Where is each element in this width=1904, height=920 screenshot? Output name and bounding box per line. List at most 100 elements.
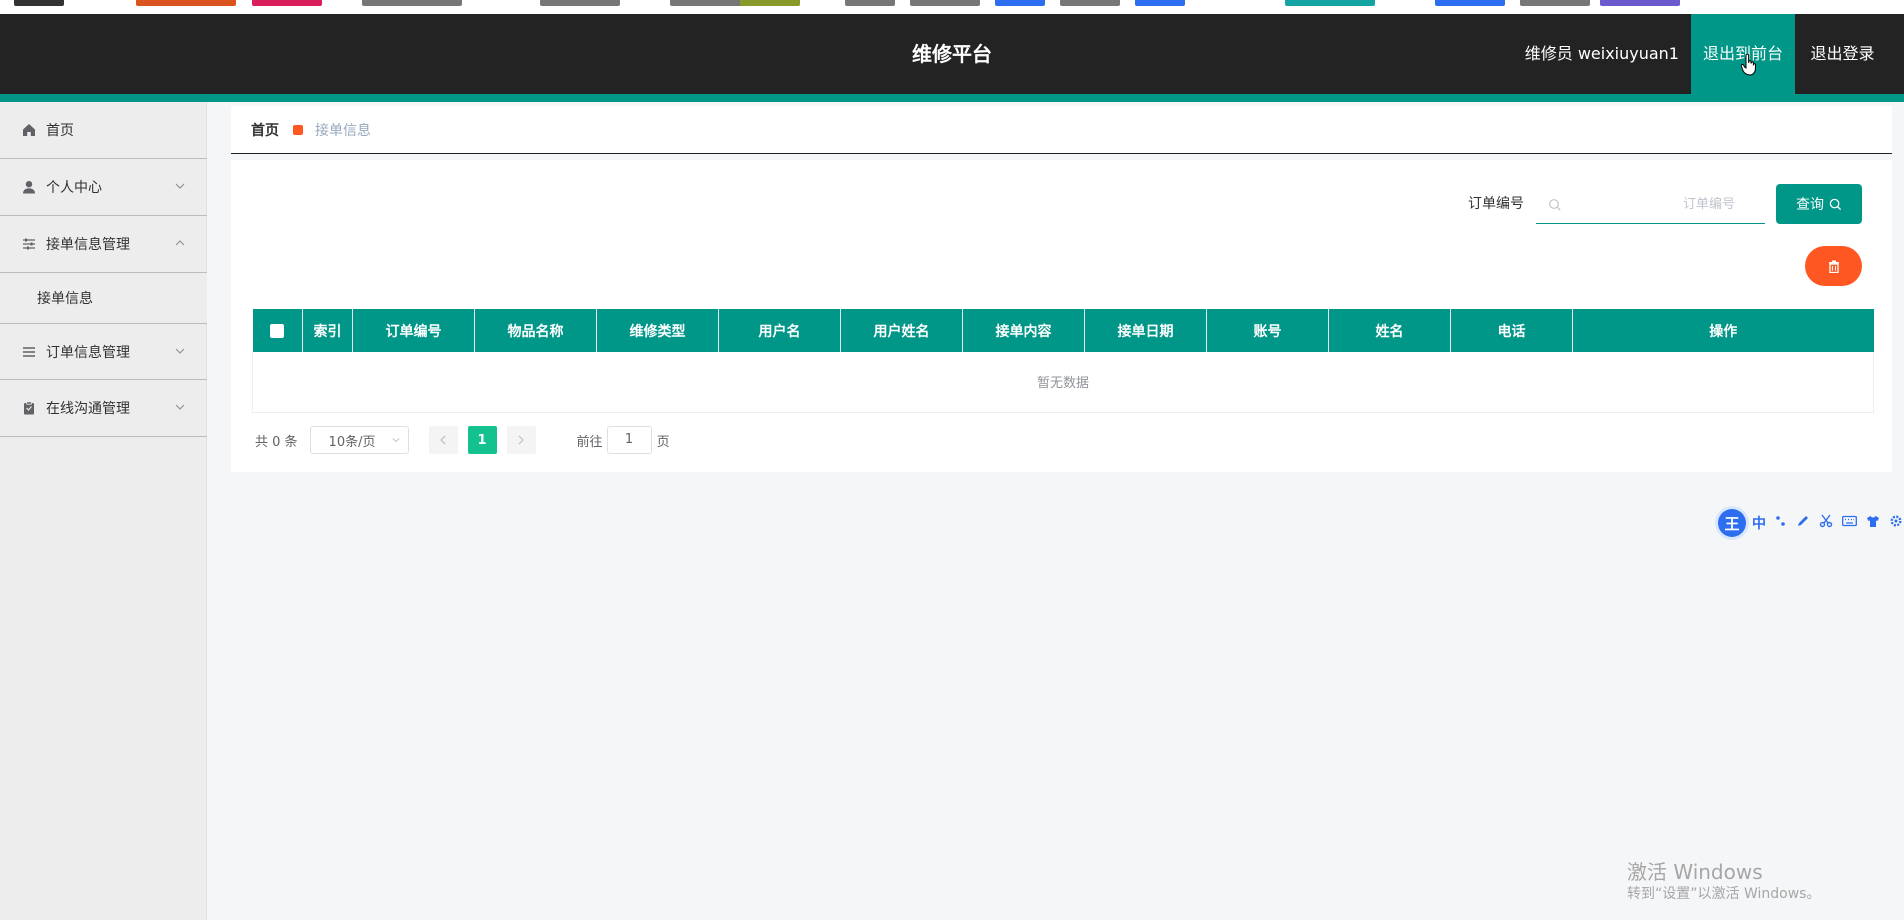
- breadcrumb: 首页 接单信息: [231, 106, 1892, 154]
- column-header: 操作: [1572, 309, 1874, 352]
- table-header-row: 索引 订单编号 物品名称 维修类型 用户名 用户姓名 接单内容 接单日期 账号 …: [252, 309, 1874, 352]
- skin-shirt-icon[interactable]: [1866, 515, 1880, 532]
- select-all-column: [252, 309, 303, 352]
- empty-state-text: 暂无数据: [252, 352, 1874, 413]
- column-header: 维修类型: [596, 309, 719, 352]
- search-icon: [1829, 198, 1842, 210]
- column-header: 订单编号: [352, 309, 475, 352]
- page-size-value: 10条/页: [328, 434, 376, 450]
- column-header: 姓名: [1328, 309, 1451, 352]
- chevron-down-icon: [175, 404, 185, 410]
- bookmark-item[interactable]: [252, 0, 322, 6]
- bookmark-item[interactable]: [845, 0, 895, 6]
- bookmark-item[interactable]: [1600, 0, 1680, 6]
- pagination: 共 0 条 10条/页 1 前往 1 页: [255, 426, 670, 454]
- batch-delete-button[interactable]: [1805, 246, 1862, 286]
- breadcrumb-current: 接单信息: [315, 122, 371, 139]
- settings-gear-icon[interactable]: [1889, 514, 1903, 532]
- empty-row: 暂无数据: [252, 352, 1874, 413]
- bookmark-item[interactable]: [1285, 0, 1375, 6]
- select-all-checkbox[interactable]: [270, 323, 285, 338]
- goto-label: 前往: [576, 434, 603, 450]
- keyboard-icon[interactable]: [1842, 515, 1857, 531]
- browser-bookmark-bar: [0, 0, 1904, 14]
- bookmark-item[interactable]: [1135, 0, 1185, 6]
- windows-activation-title: 激活 Windows: [1627, 860, 1763, 884]
- sidebar-item-label: 个人中心: [46, 180, 102, 196]
- order-number-input[interactable]: [1536, 186, 1765, 223]
- chevron-right-icon: [518, 435, 524, 445]
- sidebar-item-personal-center[interactable]: 个人中心: [0, 159, 207, 216]
- sliders-icon: [22, 237, 36, 251]
- sidebar-item-order-management[interactable]: 订单信息管理: [0, 323, 207, 380]
- sidebar-item-order-accept-management[interactable]: 接单信息管理: [0, 216, 207, 273]
- page-suffix-label: 页: [656, 434, 670, 450]
- chevron-down-icon: [392, 438, 400, 443]
- search-icon: [1549, 199, 1561, 211]
- column-header: 索引: [302, 309, 353, 352]
- ime-mode-toggle[interactable]: 中: [1752, 513, 1766, 533]
- bookmark-item[interactable]: [1060, 0, 1120, 6]
- punctuation-icon[interactable]: [1775, 515, 1787, 531]
- bookmark-item[interactable]: [540, 0, 620, 6]
- user-icon: [22, 180, 36, 194]
- breadcrumb-separator-icon: [293, 124, 303, 135]
- order-number-label: 订单编号: [1468, 196, 1524, 212]
- trash-icon: [1828, 260, 1839, 273]
- sidebar-subitem-label: 接单信息: [37, 291, 93, 307]
- sidebar: 首页 个人中心 接单信息管理 接单信息 订单信息管理 在线沟通管理: [0, 102, 207, 920]
- clipboard-icon: [22, 401, 36, 415]
- page-number-current[interactable]: 1: [467, 426, 497, 454]
- sidebar-item-label: 接单信息管理: [46, 237, 130, 253]
- column-header: 用户名: [718, 309, 841, 352]
- home-icon: [22, 123, 36, 137]
- bookmark-item[interactable]: [136, 0, 236, 6]
- sidebar-item-label: 首页: [46, 123, 74, 139]
- sidebar-item-label: 订单信息管理: [46, 344, 130, 361]
- next-page-button[interactable]: [506, 426, 536, 454]
- order-number-search-field: [1536, 186, 1765, 224]
- query-button-label: 查询: [1796, 197, 1824, 213]
- bookmark-item[interactable]: [1520, 0, 1590, 6]
- breadcrumb-home[interactable]: 首页: [251, 120, 279, 140]
- order-accept-table: 索引 订单编号 物品名称 维修类型 用户名 用户姓名 接单内容 接单日期 账号 …: [252, 309, 1874, 413]
- column-header: 接单日期: [1084, 309, 1207, 352]
- top-header: 维修平台 维修员 weixiuyuan1 退出到前台 退出登录: [0, 14, 1904, 94]
- bookmark-item[interactable]: [14, 0, 64, 6]
- pen-icon[interactable]: [1796, 514, 1810, 532]
- page-size-select[interactable]: 10条/页: [309, 426, 409, 454]
- column-header: 电话: [1450, 309, 1573, 352]
- header-accent-bar: [0, 94, 1904, 102]
- pagination-total: 共 0 条: [255, 434, 298, 450]
- column-header: 接单内容: [962, 309, 1085, 352]
- sidebar-subitem-order-accept-info[interactable]: 接单信息: [0, 273, 207, 323]
- bookmark-item[interactable]: [670, 0, 750, 6]
- column-header: 物品名称: [474, 309, 597, 352]
- ime-tools: 中: [1752, 511, 1903, 535]
- prev-page-button[interactable]: [428, 426, 458, 454]
- sidebar-item-home[interactable]: 首页: [0, 102, 207, 159]
- bookmark-item[interactable]: [362, 0, 462, 6]
- chevron-down-icon: [175, 183, 185, 189]
- ime-toolbar: 王 中: [1718, 509, 1904, 537]
- query-button[interactable]: 查询: [1776, 184, 1862, 224]
- windows-activation-subtitle: 转到“设置”以激活 Windows。: [1627, 886, 1821, 902]
- chevron-up-icon: [175, 240, 185, 246]
- sidebar-item-online-chat-management[interactable]: 在线沟通管理: [0, 380, 207, 437]
- ime-logo-icon[interactable]: 王: [1718, 509, 1746, 537]
- bookmark-item[interactable]: [910, 0, 980, 6]
- current-user-label: 维修员 weixiuyuan1: [1524, 44, 1679, 63]
- goto-page-input[interactable]: 1: [606, 426, 652, 454]
- scissors-icon[interactable]: [1819, 514, 1833, 532]
- column-header: 账号: [1206, 309, 1329, 352]
- chevron-left-icon: [440, 435, 446, 445]
- sidebar-item-label: 在线沟通管理: [46, 401, 130, 417]
- bookmark-item[interactable]: [740, 0, 800, 6]
- logout-button[interactable]: 退出登录: [1795, 14, 1890, 94]
- hand-cursor-icon: [1741, 54, 1757, 76]
- list-icon: [22, 345, 36, 359]
- column-header: 用户姓名: [840, 309, 963, 352]
- chevron-down-icon: [175, 348, 185, 354]
- bookmark-item[interactable]: [995, 0, 1045, 6]
- bookmark-item[interactable]: [1435, 0, 1505, 6]
